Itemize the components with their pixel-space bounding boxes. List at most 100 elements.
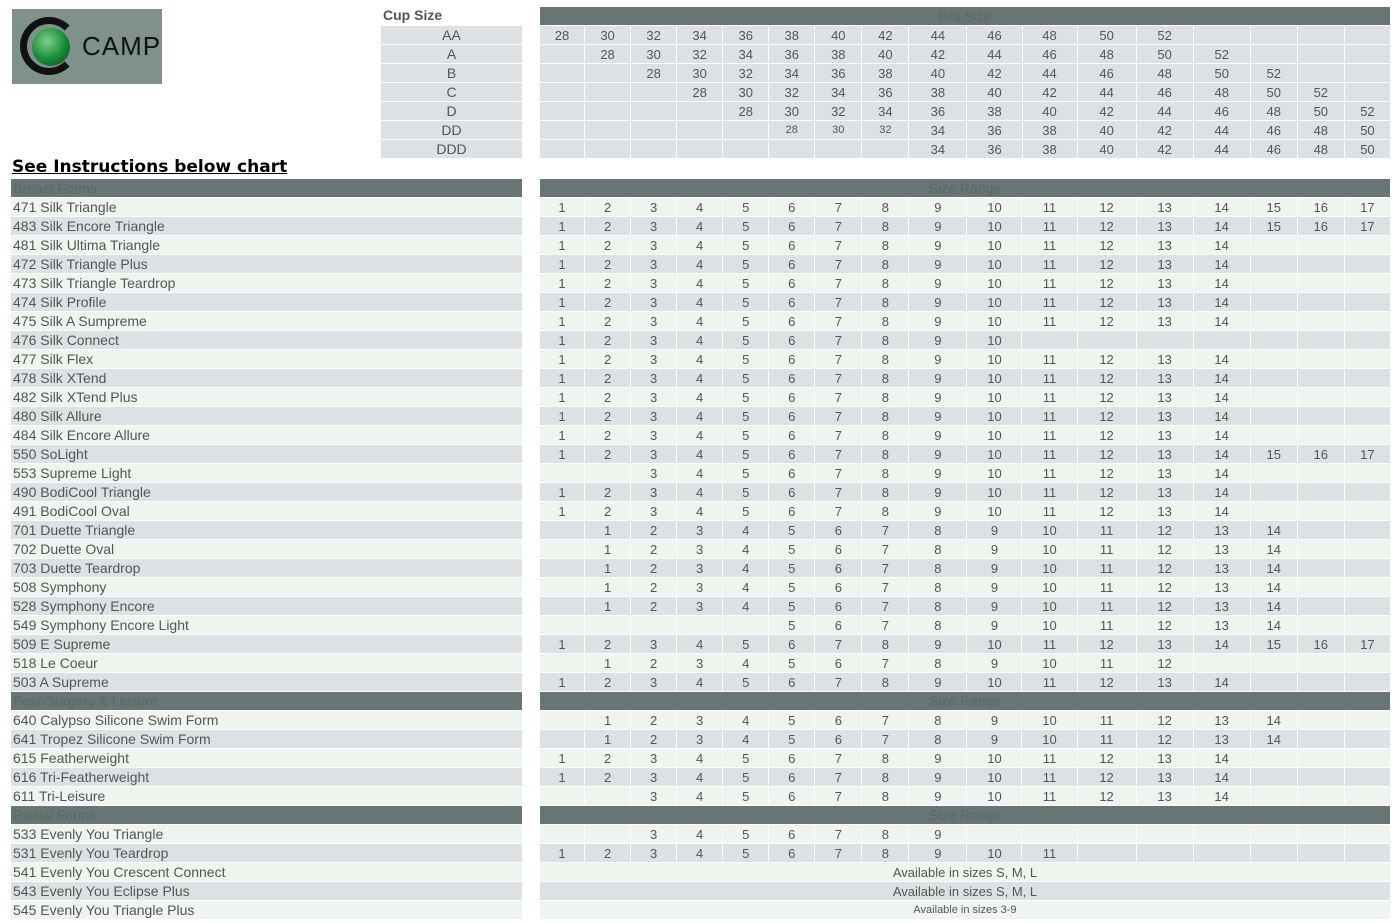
size-cell: 6 (768, 425, 816, 445)
bra-size-row: 34 36 38 40 42 44 46 48 50 (538, 139, 1392, 159)
size-cell: 3 (630, 786, 678, 806)
bra-size-cell (538, 120, 586, 140)
instructions-link[interactable]: See Instructions below chart (12, 157, 287, 177)
product-name: 472 Silk Triangle Plus (10, 254, 523, 274)
size-cell: 9 (908, 349, 968, 369)
size-cell: 4 (676, 235, 724, 255)
size-cell (1343, 748, 1392, 768)
size-cell (538, 710, 586, 730)
size-cell: 12 (1076, 463, 1137, 483)
bra-size-cell: 48 (1076, 44, 1137, 64)
size-cell: 5 (768, 596, 816, 616)
size-cell: 11 (1076, 520, 1137, 540)
size-row: 1 2 3 4 5 6 7 8 9 10 11 12 13 14 (538, 406, 1392, 426)
size-cell: 3 (630, 368, 678, 388)
size-cell: 2 (584, 482, 632, 502)
size-cell: 14 (1192, 444, 1251, 464)
size-row: Available in sizes S, M, L (539, 881, 1391, 901)
size-cell: 1 (538, 254, 586, 274)
size-cell: 17 (1343, 634, 1392, 654)
size-cell: 14 (1192, 349, 1251, 369)
size-cell: 6 (768, 748, 816, 768)
bra-size-cell (676, 101, 724, 121)
size-cell (1296, 463, 1345, 483)
size-cell: 7 (814, 748, 863, 768)
bra-size-cell: 34 (908, 139, 968, 159)
size-cell (1135, 824, 1194, 844)
size-row: 1 2 3 4 5 6 7 8 9 10 11 12 13 14 15 16 17 (538, 634, 1392, 654)
bra-size-cell: 50 (1249, 82, 1298, 102)
section-header: Partial Forms (10, 805, 523, 825)
size-cell: 12 (1076, 425, 1137, 445)
bra-size-cell (814, 139, 863, 159)
size-cell: 1 (538, 387, 586, 407)
size-cell: 9 (908, 672, 968, 692)
size-cell: 7 (814, 463, 863, 483)
size-row: 3 4 5 6 7 8 9 10 11 12 13 14 (538, 463, 1392, 483)
size-row: 3456789 (538, 824, 1392, 844)
bra-size-cell: 28 (768, 120, 816, 140)
size-cell: 2 (584, 311, 632, 331)
size-row: 1 2 3 4 5 6 7 8 9 10 11 12 13 14 (538, 273, 1392, 293)
size-cell: 12 (1135, 558, 1194, 578)
product-row: 641 Tropez Silicone Swim Form (10, 729, 523, 749)
product-name: 475 Silk A Sumpreme (10, 311, 523, 331)
bra-size-cell (584, 120, 632, 140)
size-cell: 10 (966, 330, 1023, 350)
bra-size-cell: 40 (1076, 139, 1137, 159)
size-cell: 10 (1021, 710, 1078, 730)
size-cell: 8 (908, 596, 968, 616)
size-cell: 2 (584, 368, 632, 388)
size-cell: 13 (1192, 577, 1251, 597)
size-cell: 12 (1076, 748, 1137, 768)
size-cell: 2 (630, 729, 678, 749)
camp-healthcare-logo: CAMP (12, 9, 162, 84)
size-cell: 10 (966, 197, 1023, 217)
size-cell: 7 (861, 596, 910, 616)
size-cell: 9 (966, 539, 1023, 559)
bra-size-row: 28 30 32 34 36 38 40 42 44 46 48 50 52 (538, 44, 1392, 64)
size-cell: 4 (722, 596, 770, 616)
size-cell: 1 (538, 311, 586, 331)
size-cell: 9 (966, 577, 1023, 597)
size-cell (1249, 767, 1298, 787)
size-cell: 5 (768, 577, 816, 597)
size-row: 1 2 3 4 5 6 7 8 9 10 11 12 13 14 (538, 425, 1392, 445)
size-cell: 2 (584, 406, 632, 426)
size-cell: 2 (630, 577, 678, 597)
section-header: Breast Forms (10, 178, 523, 198)
size-cell (1076, 330, 1137, 350)
size-cell: 12 (1076, 273, 1137, 293)
bra-size-cell: 42 (1135, 120, 1194, 140)
size-cell (1249, 273, 1298, 293)
size-cell: 6 (768, 216, 816, 236)
size-cell (584, 463, 632, 483)
size-cell: 1 (584, 596, 632, 616)
size-cell: 13 (1135, 235, 1194, 255)
size-cell (1343, 235, 1392, 255)
size-cell: 6 (768, 482, 816, 502)
size-cell: 9 (908, 273, 968, 293)
size-cell: 4 (676, 254, 724, 274)
bra-size-cell (1192, 25, 1251, 45)
size-cell: 8 (861, 273, 910, 293)
size-cell: 6 (814, 615, 863, 635)
size-cell: 2 (584, 767, 632, 787)
size-cell (1343, 596, 1392, 616)
size-cell: 8 (861, 368, 910, 388)
size-cell: 1 (538, 634, 586, 654)
size-cell: 11 (1021, 368, 1078, 388)
size-range-header: Size Range (539, 691, 1391, 711)
size-cell: 8 (861, 387, 910, 407)
size-cell: 7 (814, 197, 863, 217)
size-cell: 7 (861, 520, 910, 540)
size-cell: 13 (1135, 311, 1194, 331)
size-cell: 4 (722, 558, 770, 578)
size-cell (1343, 615, 1392, 635)
size-cell: 6 (768, 311, 816, 331)
size-cell (1249, 482, 1298, 502)
size-cell: 5 (722, 330, 770, 350)
size-cell: 3 (630, 843, 678, 863)
size-cell: 9 (908, 406, 968, 426)
product-name: 611 Tri-Leisure (10, 786, 523, 806)
